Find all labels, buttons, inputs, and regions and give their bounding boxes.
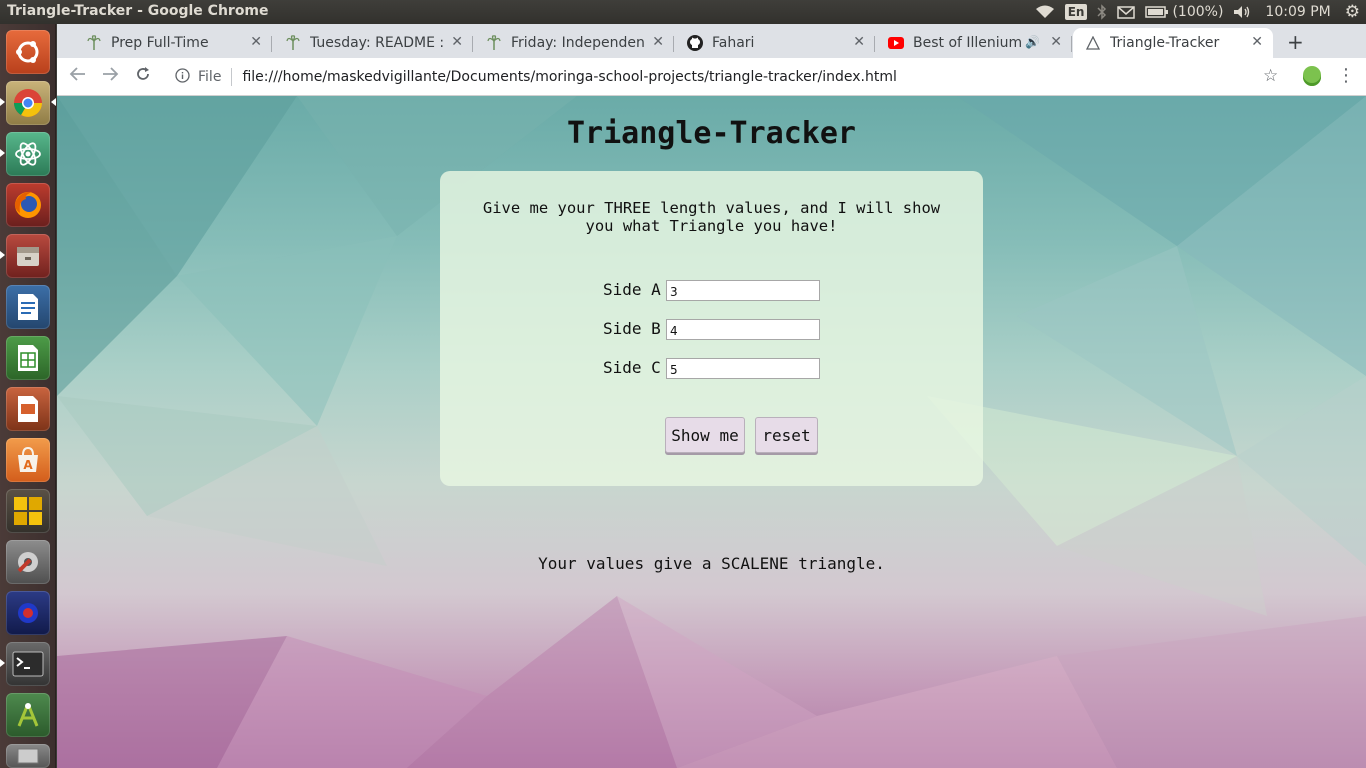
launcher: A [0, 24, 56, 768]
side-a-row: Side A [440, 280, 983, 302]
side-b-row: Side B [440, 319, 983, 341]
side-c-input[interactable] [666, 358, 820, 379]
side-c-label: Side C [603, 358, 661, 377]
running-indicator [0, 149, 5, 157]
battery-percent: (100%) [1172, 4, 1224, 20]
side-c-row: Side C [440, 358, 983, 380]
battery-indicator[interactable]: (100%) [1145, 4, 1223, 20]
android-studio-icon[interactable] [6, 693, 50, 737]
screen-recorder-icon[interactable] [6, 591, 50, 635]
tab-prep-full-time[interactable]: Prep Full-Time ✕ [74, 28, 272, 58]
impress-icon[interactable] [6, 387, 50, 431]
system-settings-icon[interactable] [6, 540, 50, 584]
ubuntu-dash-icon[interactable] [6, 30, 50, 74]
scheme-label: File [198, 69, 222, 85]
page-title: Triangle-Tracker [567, 116, 856, 151]
side-b-label: Side B [603, 319, 661, 338]
kebab-menu-icon[interactable]: ⋮ [1337, 65, 1355, 86]
new-tab-button[interactable]: + [1287, 30, 1304, 54]
address-bar[interactable]: File file:///home/maskedvigillante/Docum… [169, 62, 1289, 92]
divider [231, 68, 233, 86]
clock[interactable]: 10:09 PM [1265, 4, 1330, 20]
extension-icon[interactable] [1303, 66, 1321, 86]
tab-label: Triangle-Tracker [1110, 35, 1220, 51]
tab-label: Tuesday: README : I [310, 35, 450, 51]
audio-playing-icon[interactable]: 🔊 [1025, 35, 1040, 49]
tab-fahari[interactable]: Fahari ✕ [675, 28, 875, 58]
gear-icon[interactable]: ⚙ [1345, 2, 1360, 22]
close-icon[interactable]: ✕ [853, 34, 865, 50]
tab-label: Fahari [712, 35, 755, 51]
system-tray: En (100%) 10:09 PM ⚙ [1025, 0, 1366, 24]
mail-icon[interactable] [1117, 5, 1136, 19]
bluetooth-icon[interactable] [1097, 4, 1107, 20]
close-icon[interactable]: ✕ [1251, 34, 1263, 50]
show-me-button[interactable]: Show me [665, 417, 745, 453]
intro-text: Give me your THREE length values, and I … [482, 199, 941, 235]
moringa-icon [486, 35, 502, 51]
trash-icon[interactable] [6, 744, 50, 768]
browser-toolbar: File file:///home/maskedvigillante/Docum… [57, 58, 1366, 96]
running-indicator [0, 98, 5, 106]
result-text: Your values give a SCALENE triangle. [538, 554, 885, 573]
side-b-input[interactable] [666, 319, 820, 340]
browser-window: Prep Full-Time ✕ Tuesday: README : I ✕ F… [57, 24, 1366, 96]
calc-icon[interactable] [6, 336, 50, 380]
close-icon[interactable]: ✕ [451, 34, 463, 50]
url-text[interactable]: file:///home/maskedvigillante/Documents/… [242, 69, 896, 85]
focused-indicator [51, 98, 56, 106]
tab-label: Best of Illenium [913, 35, 1021, 51]
close-icon[interactable]: ✕ [652, 34, 664, 50]
files-icon[interactable] [6, 234, 50, 278]
volume-icon[interactable] [1233, 5, 1251, 19]
running-indicator [0, 659, 5, 667]
page-icon [1085, 35, 1101, 51]
tab-strip: Prep Full-Time ✕ Tuesday: README : I ✕ F… [57, 24, 1366, 58]
tab-label: Friday: Independent [511, 35, 645, 51]
youtube-icon [888, 35, 904, 51]
info-icon[interactable] [175, 67, 190, 87]
close-icon[interactable]: ✕ [1050, 34, 1062, 50]
back-arrow-icon[interactable] [69, 66, 87, 87]
reload-icon[interactable] [135, 66, 151, 87]
reset-button[interactable]: reset [755, 417, 818, 453]
side-a-label: Side A [603, 280, 661, 299]
moringa-icon [285, 35, 301, 51]
page-viewport: Triangle-Tracker Give me your THREE leng… [57, 96, 1366, 768]
tab-best-of-illenium[interactable]: Best of Illenium 🔊 ✕ [876, 28, 1072, 58]
workspace-switcher-icon[interactable] [6, 489, 50, 533]
top-panel: Triangle-Tracker - Google Chrome En (100… [0, 0, 1366, 24]
close-icon[interactable]: ✕ [250, 34, 262, 50]
window-title: Triangle-Tracker - Google Chrome [7, 3, 269, 19]
ubuntu-software-icon[interactable]: A [6, 438, 50, 482]
running-indicator [0, 251, 5, 259]
side-a-input[interactable] [666, 280, 820, 301]
github-icon [687, 35, 703, 51]
tab-triangle-tracker[interactable]: Triangle-Tracker ✕ [1073, 28, 1273, 58]
moringa-icon [86, 35, 102, 51]
atom-icon[interactable] [6, 132, 50, 176]
tab-tuesday-readme[interactable]: Tuesday: README : I ✕ [273, 28, 473, 58]
tab-label: Prep Full-Time [111, 35, 209, 51]
triangle-form-card: Give me your THREE length values, and I … [440, 171, 983, 486]
forward-arrow-icon[interactable] [101, 66, 119, 87]
wifi-icon[interactable] [1035, 5, 1055, 19]
svg-text:A: A [23, 458, 33, 472]
chromium-icon[interactable] [6, 81, 50, 125]
writer-icon[interactable] [6, 285, 50, 329]
tab-friday-independent[interactable]: Friday: Independent ✕ [474, 28, 674, 58]
keyboard-layout-indicator[interactable]: En [1064, 4, 1088, 20]
firefox-icon[interactable] [6, 183, 50, 227]
bookmark-star-icon[interactable]: ☆ [1263, 66, 1278, 86]
terminal-icon[interactable] [6, 642, 50, 686]
